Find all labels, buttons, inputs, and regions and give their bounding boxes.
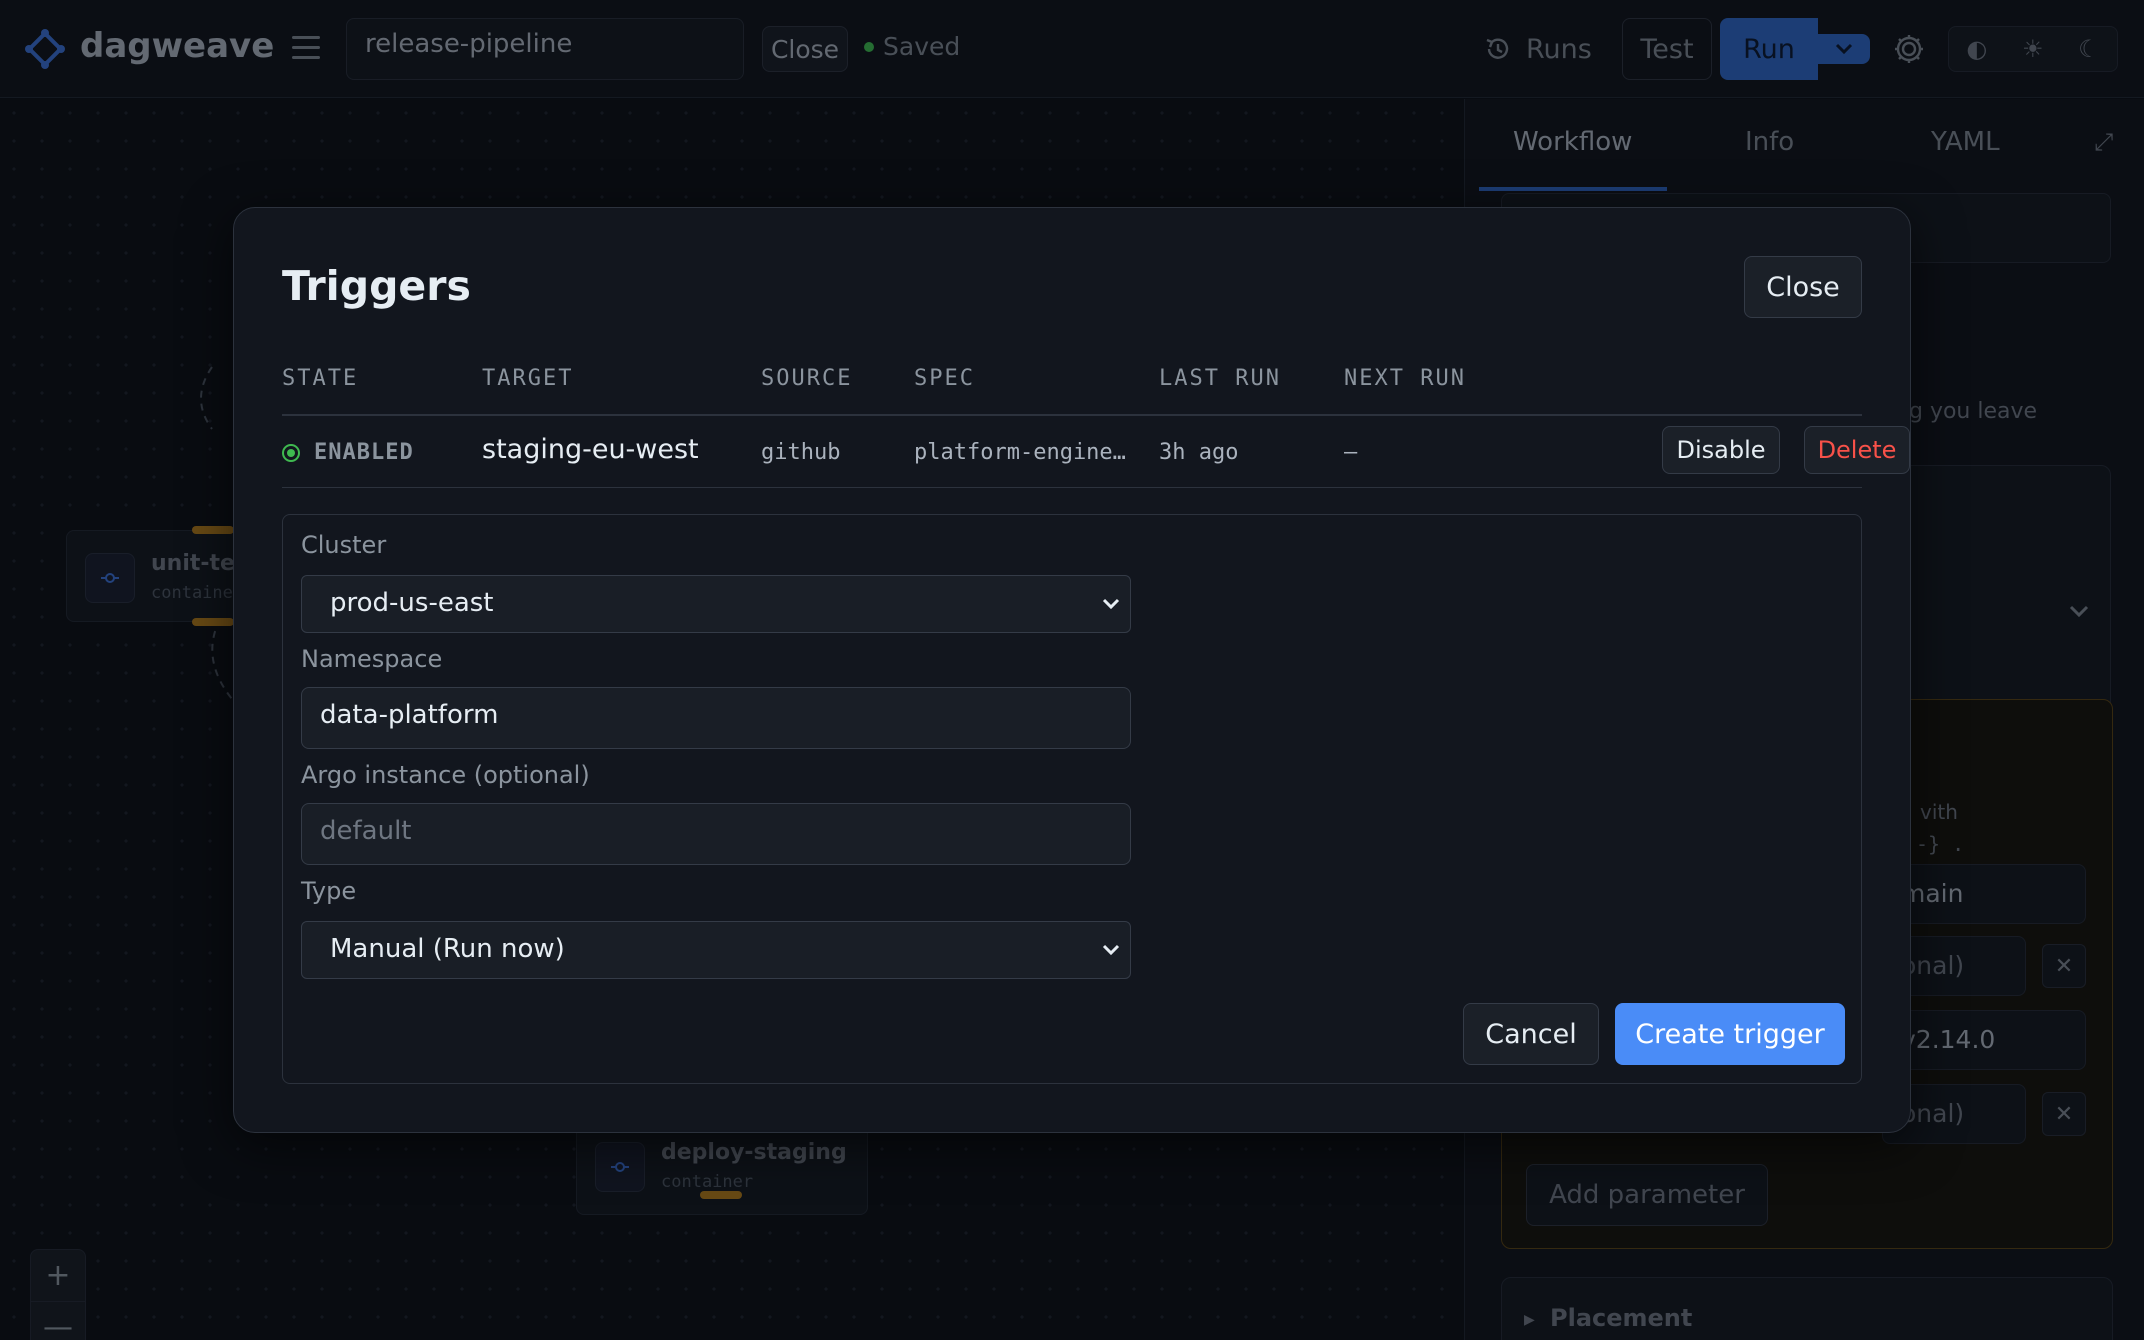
state-label: ENABLED	[314, 440, 414, 465]
type-label: Type	[301, 877, 357, 905]
chevron-down-icon	[1102, 944, 1120, 956]
table-row: ENABLED staging-eu-west github platform-…	[282, 416, 1910, 488]
column-header-state: STATE	[282, 366, 359, 391]
trigger-target: staging-eu-west	[482, 434, 699, 465]
cluster-select[interactable]: prod-us-east	[301, 575, 1131, 633]
trigger-next-run: —	[1344, 440, 1358, 465]
create-trigger-button[interactable]: Create trigger	[1615, 1003, 1845, 1065]
namespace-input[interactable]: data-platform	[301, 687, 1131, 749]
trigger-last-run: 3h ago	[1159, 440, 1239, 465]
delete-trigger-button[interactable]: Delete	[1804, 426, 1910, 474]
enabled-status-icon	[282, 443, 300, 462]
disable-trigger-button[interactable]: Disable	[1662, 426, 1780, 474]
triggers-modal: Triggers Close STATE TARGET SOURCE SPEC …	[233, 207, 1911, 1133]
namespace-label: Namespace	[301, 645, 443, 673]
modal-close-button[interactable]: Close	[1744, 256, 1862, 318]
column-header-last-run: LAST RUN	[1159, 366, 1281, 391]
trigger-source: github	[761, 440, 841, 465]
column-header-source: SOURCE	[761, 366, 853, 391]
column-header-spec: SPEC	[914, 366, 975, 391]
type-value: Manual (Run now)	[330, 934, 565, 964]
argo-instance-label: Argo instance (optional)	[301, 761, 590, 789]
trigger-spec: platform-engine…	[914, 440, 1126, 465]
column-header-target: TARGET	[482, 366, 574, 391]
chevron-down-icon	[1102, 598, 1120, 610]
argo-instance-input[interactable]: default	[301, 803, 1131, 865]
modal-title: Triggers	[282, 262, 471, 310]
cluster-label: Cluster	[301, 531, 387, 559]
new-trigger-form: Cluster prod-us-east Namespace data-plat…	[282, 514, 1862, 1084]
cluster-value: prod-us-east	[330, 588, 494, 618]
cancel-button[interactable]: Cancel	[1463, 1003, 1599, 1065]
column-header-next-run: NEXT RUN	[1344, 366, 1466, 391]
type-select[interactable]: Manual (Run now)	[301, 921, 1131, 979]
trigger-state: ENABLED	[282, 440, 414, 465]
